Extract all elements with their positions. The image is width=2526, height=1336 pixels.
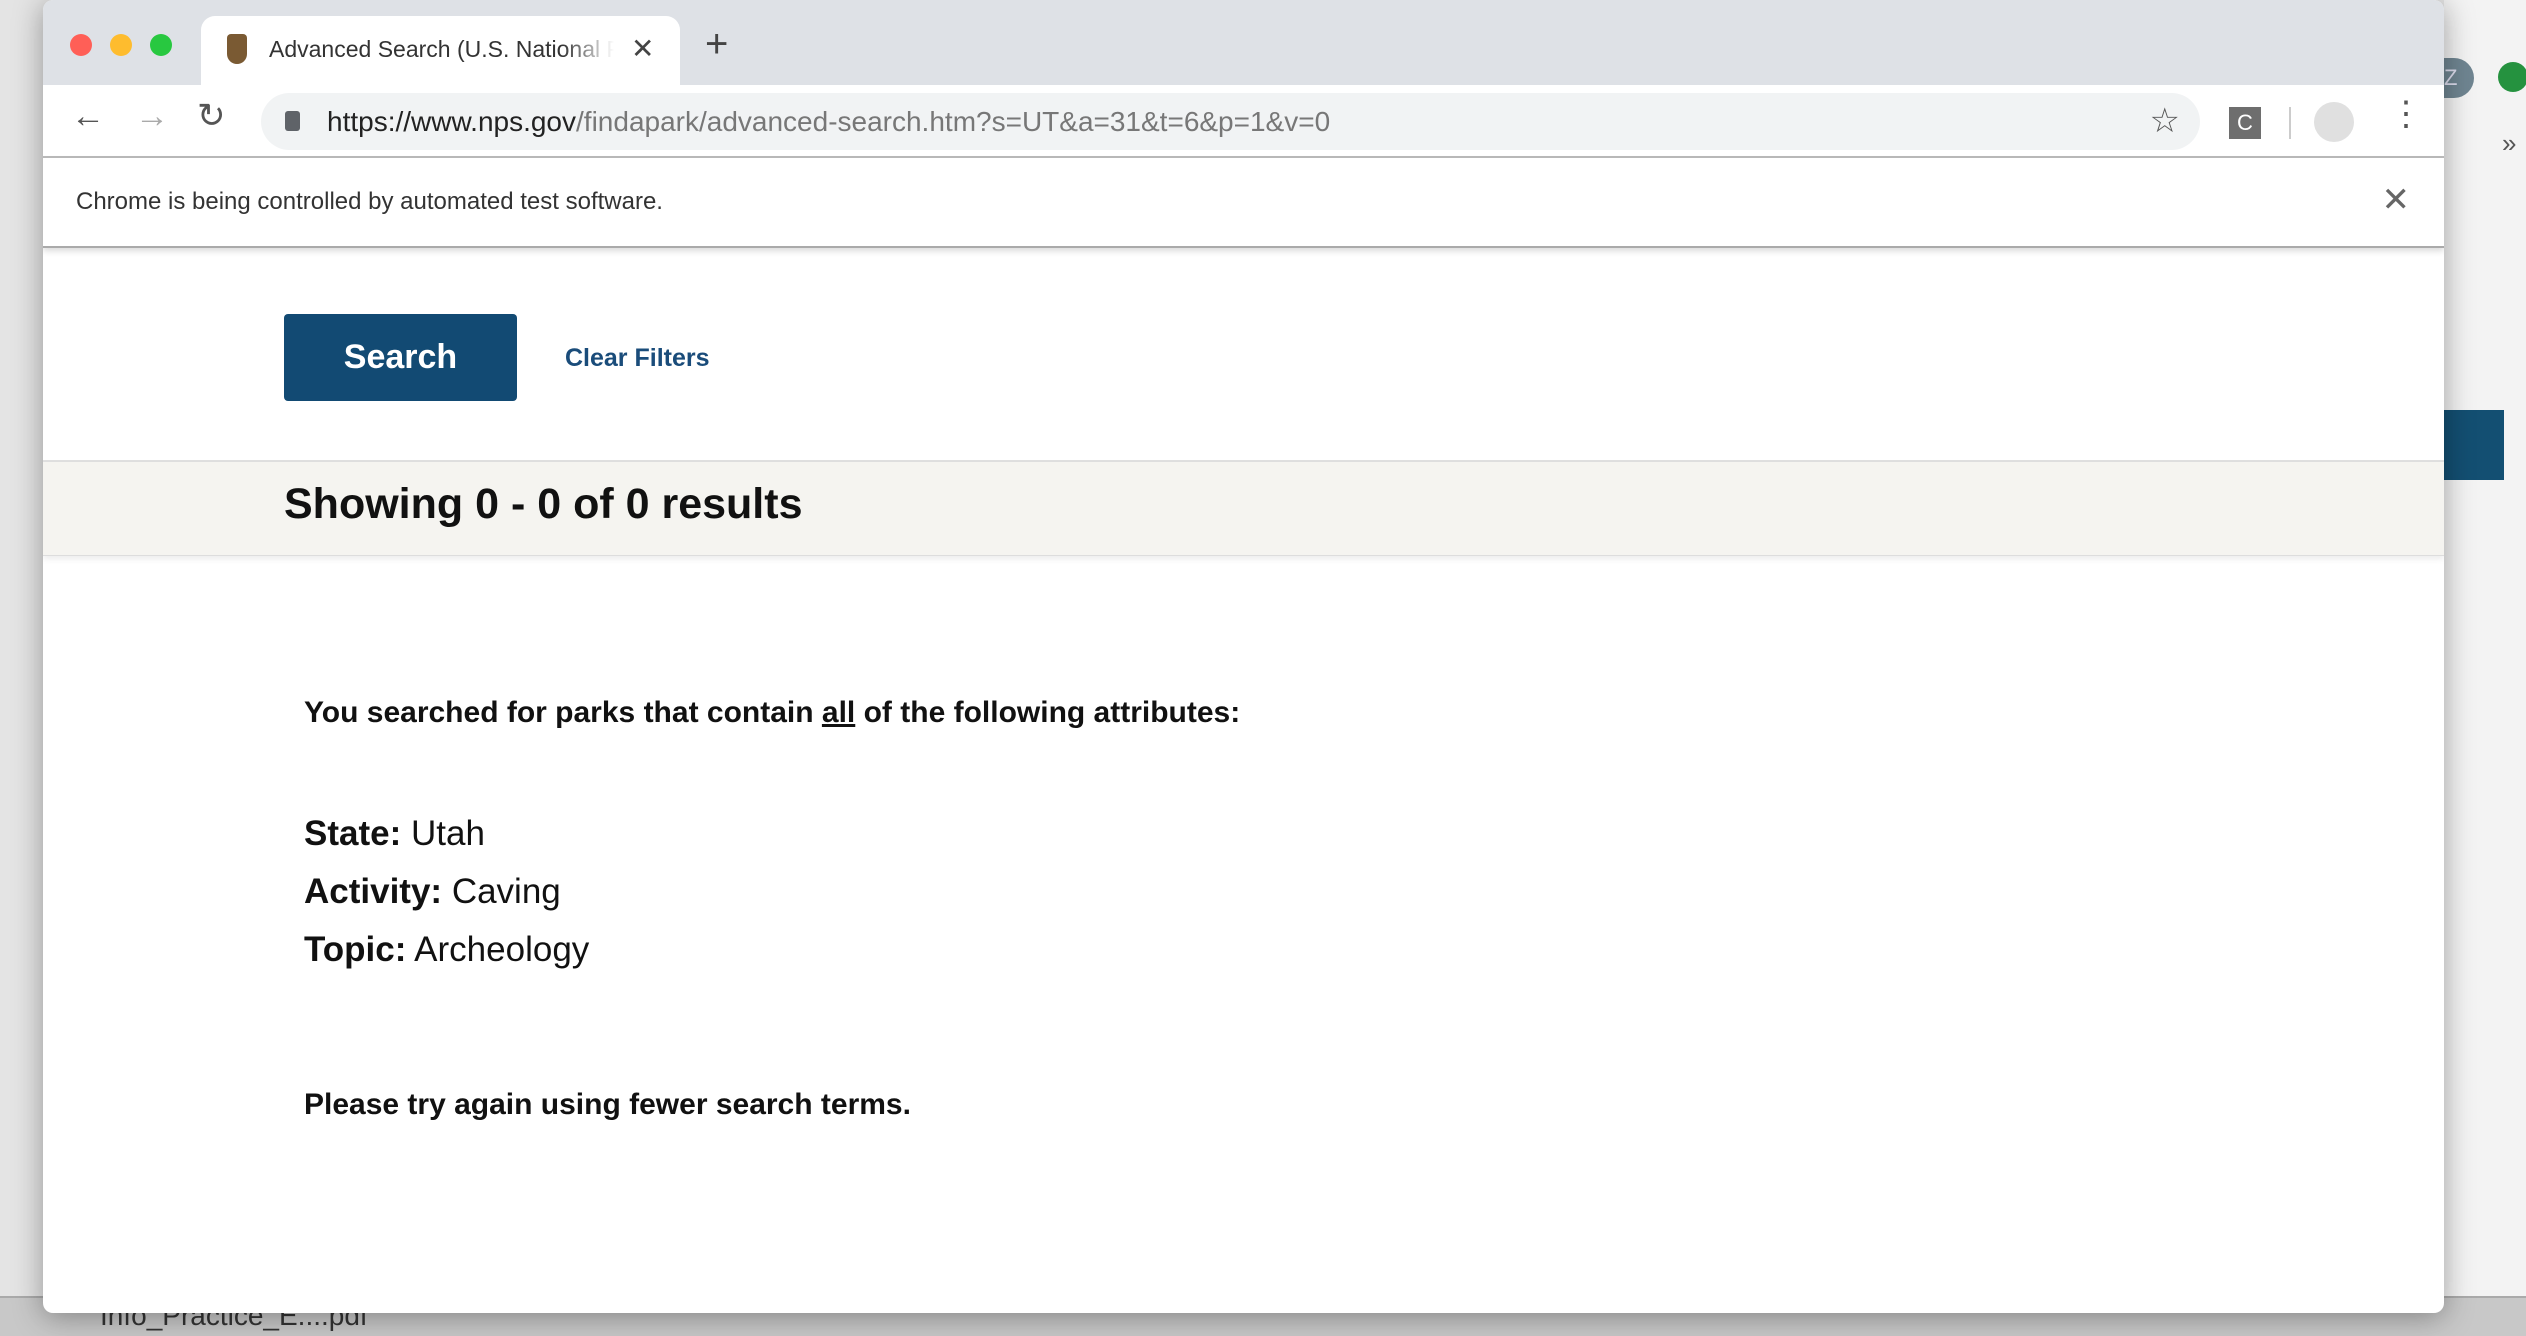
url-path: /findapark/advanced-search.htm?s=UT&a=31… (576, 106, 1331, 137)
query-suffix: of the following attributes: (855, 696, 1241, 729)
query-prefix: You searched for parks that contain (304, 696, 822, 729)
attribute-state: State: Utah (304, 814, 485, 854)
attribute-activity: Activity: Caving (304, 872, 561, 912)
automation-infobar: Chrome is being controlled by automated … (43, 158, 2444, 248)
url-text[interactable]: https://www.nps.gov/findapark/advanced-s… (327, 106, 1330, 138)
close-tab-icon[interactable]: ✕ (631, 32, 654, 65)
browser-window: Advanced Search (U.S. National Park Serv… (43, 0, 2444, 1313)
background-avatar: Z (2444, 58, 2474, 98)
results-header: Showing 0 - 0 of 0 results (43, 462, 2444, 556)
search-actions: Search Clear Filters (43, 248, 2444, 462)
query-emphasis: all (821, 696, 856, 729)
background-banner (2444, 410, 2504, 480)
nps-arrowhead-icon (227, 34, 247, 64)
search-button[interactable]: Search (284, 314, 517, 401)
address-bar[interactable]: https://www.nps.gov/findapark/advanced-s… (261, 93, 2200, 150)
tab-title: Advanced Search (U.S. National Park Serv… (269, 36, 614, 62)
lock-icon (285, 111, 300, 131)
attribute-topic: Topic: Archeology (304, 930, 589, 970)
close-infobar-icon[interactable]: ✕ (2382, 180, 2411, 220)
minimize-window-button[interactable] (110, 34, 132, 56)
divider (2289, 107, 2291, 139)
new-tab-button[interactable]: + (705, 24, 728, 64)
attribute-label: Topic: (304, 930, 407, 969)
query-summary: You searched for parks that contain all … (304, 696, 1240, 730)
attribute-value: Utah (401, 814, 485, 853)
tab-strip: Advanced Search (U.S. National Park Serv… (43, 0, 2444, 85)
chevron-right-icon: » (2502, 128, 2517, 158)
tab-advanced-search[interactable]: Advanced Search (U.S. National Park Serv… (201, 16, 680, 85)
profile-avatar-icon[interactable] (2314, 102, 2354, 142)
attribute-value: Caving (442, 872, 561, 911)
attribute-label: State: (304, 814, 402, 853)
forward-icon[interactable]: → (135, 99, 169, 133)
maximize-window-button[interactable] (150, 34, 172, 56)
close-window-button[interactable] (70, 34, 92, 56)
results-heading: Showing 0 - 0 of 0 results (284, 480, 803, 528)
back-icon[interactable]: ← (71, 99, 105, 133)
toolbar: ← → ↻ https://www.nps.gov/findapark/adva… (43, 85, 2444, 158)
reload-icon[interactable]: ↻ (197, 99, 226, 133)
attribute-label: Activity: (304, 872, 443, 911)
more-menu-icon[interactable]: ⋮ (2389, 97, 2423, 131)
extension-icon[interactable]: C (2229, 107, 2261, 139)
hint-message: Please try again using fewer search term… (304, 1088, 911, 1121)
update-icon (2498, 62, 2526, 92)
infobar-message: Chrome is being controlled by automated … (76, 188, 663, 215)
attribute-value: Archeology (406, 930, 590, 969)
background-window: Z » (2444, 0, 2526, 1336)
clear-filters-link[interactable]: Clear Filters (565, 344, 710, 373)
bookmark-star-icon[interactable]: ☆ (2150, 101, 2180, 141)
url-host: https://www.nps.gov (327, 106, 577, 137)
